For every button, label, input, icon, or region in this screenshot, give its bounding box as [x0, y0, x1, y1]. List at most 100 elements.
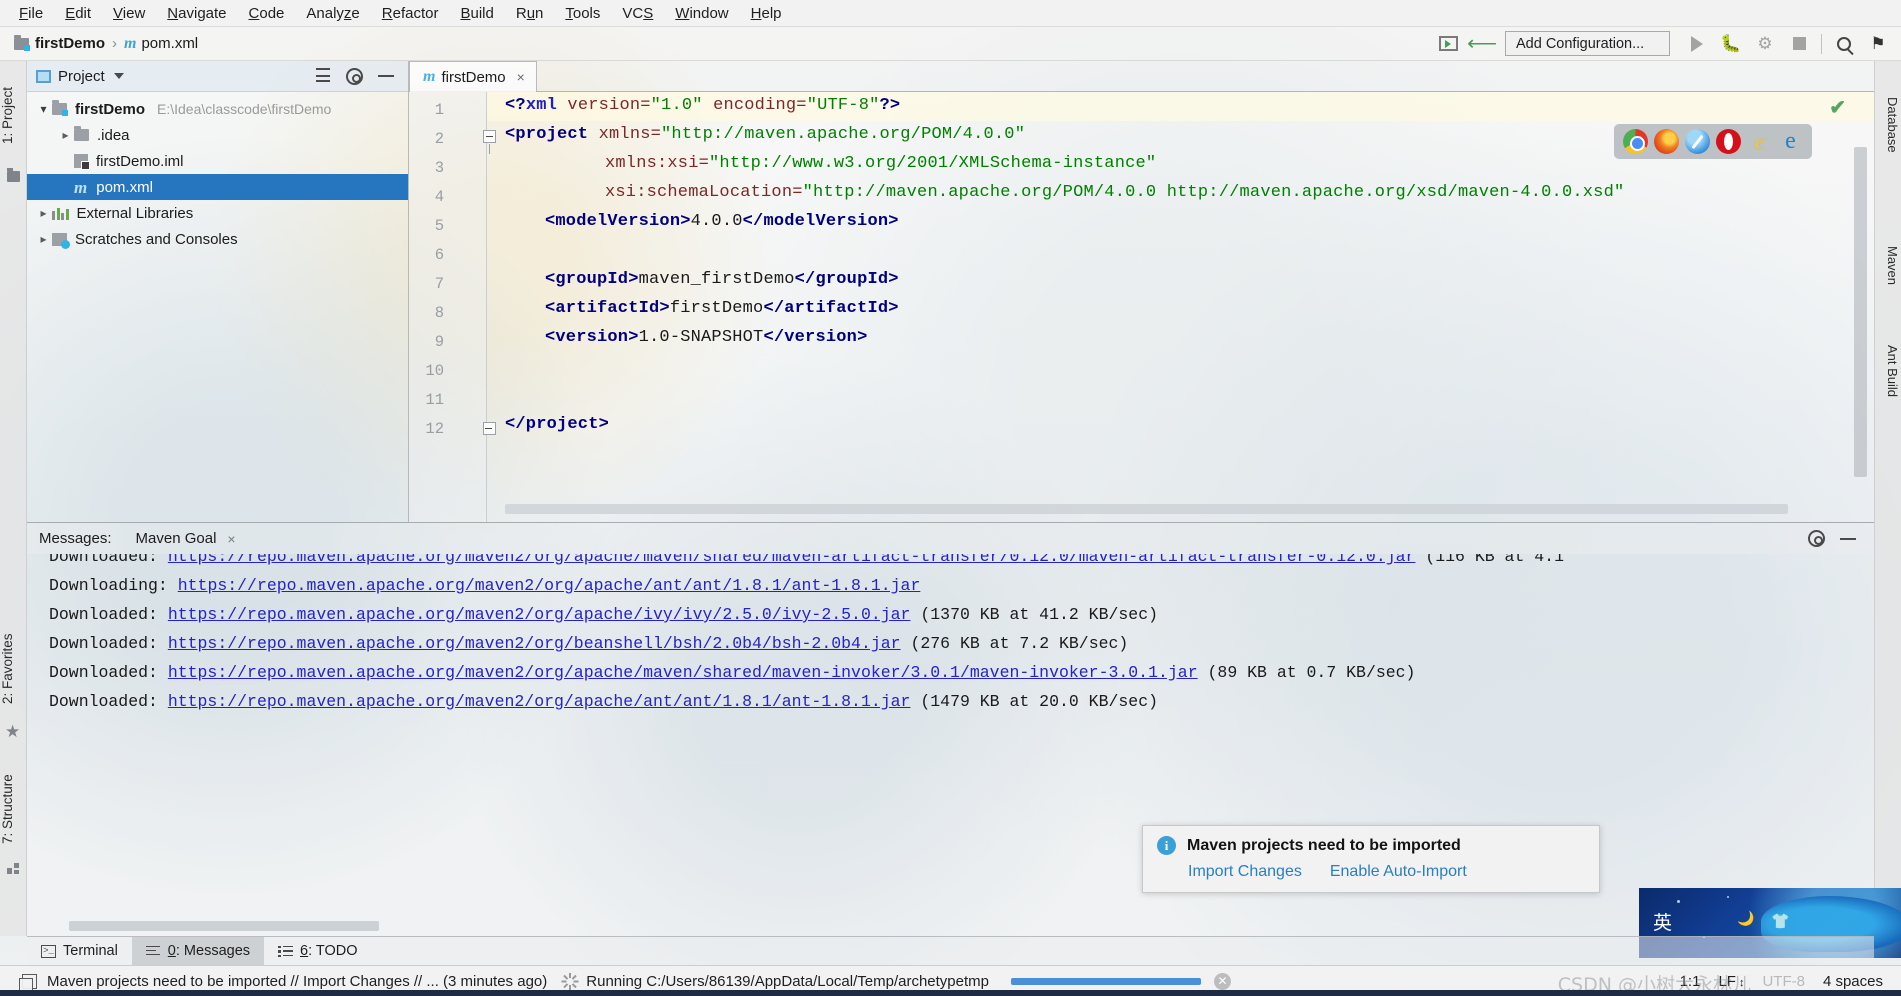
- close-icon[interactable]: ×: [517, 69, 525, 85]
- menu-item-refactor[interactable]: Refactor: [371, 3, 450, 24]
- info-icon: i: [1157, 836, 1176, 855]
- run-with-profiler-icon[interactable]: ⚙: [1748, 29, 1782, 59]
- message-speed: (1479 KB at 20.0 KB/sec): [920, 692, 1158, 711]
- folder-icon: [74, 126, 89, 141]
- menu-item-navigate[interactable]: Navigate: [156, 3, 237, 24]
- hide-panel-button[interactable]: [1832, 524, 1864, 554]
- editor-horizontal-scrollbar[interactable]: [505, 504, 1788, 514]
- chevron-down-icon[interactable]: ▾: [35, 102, 52, 116]
- event-log-icon[interactable]: [19, 973, 37, 992]
- line-separator[interactable]: LF ↕: [1718, 973, 1744, 990]
- message-link[interactable]: https://repo.maven.apache.org/maven2/org…: [168, 605, 911, 624]
- message-link[interactable]: https://repo.maven.apache.org/maven2/org…: [178, 576, 921, 595]
- edge-icon[interactable]: e: [1778, 129, 1803, 154]
- collapse-all-button[interactable]: [306, 61, 338, 91]
- file-encoding[interactable]: UTF-8: [1762, 973, 1805, 990]
- internet-explorer-icon[interactable]: e: [1747, 129, 1772, 154]
- code-token: </modelVersion>: [742, 212, 899, 231]
- chevron-down-icon[interactable]: [113, 73, 124, 79]
- hide-panel-button[interactable]: [370, 61, 402, 91]
- search-everywhere-icon[interactable]: [1827, 29, 1861, 59]
- menu-item-view[interactable]: View: [102, 3, 156, 24]
- caret-position[interactable]: 1:1: [1680, 973, 1701, 990]
- enable-auto-import-link[interactable]: Enable Auto-Import: [1330, 863, 1467, 881]
- tree-row-firstdemo[interactable]: ▾ firstDemo E:\Idea\classcode\firstDemo: [27, 96, 408, 122]
- indent-setting[interactable]: 4 spaces: [1823, 973, 1883, 990]
- bookmark-icon[interactable]: ⚑: [1861, 29, 1895, 59]
- sidebar-item-structure[interactable]: 7: Structure: [0, 761, 27, 857]
- menu-item-code[interactable]: Code: [238, 3, 296, 24]
- run-icon[interactable]: [1680, 29, 1714, 59]
- code-token: "http://www.w3.org/2001/XMLSchema-instan…: [709, 154, 1157, 173]
- editor-vertical-scrollbar[interactable]: [1854, 147, 1867, 477]
- import-changes-link[interactable]: Import Changes: [1188, 863, 1302, 881]
- line-number: 1: [434, 101, 444, 119]
- tree-row-external-libraries[interactable]: ▸ External Libraries: [27, 200, 408, 226]
- message-link[interactable]: https://repo.maven.apache.org/maven2/org…: [168, 692, 911, 711]
- tab-terminal[interactable]: >_ Terminal: [27, 937, 132, 966]
- sidebar-item-ant[interactable]: Ant Build: [1875, 323, 1900, 419]
- chevron-right-icon[interactable]: ▸: [35, 206, 52, 220]
- maven-file-icon: m: [74, 177, 88, 197]
- tab-todo[interactable]: 6: TODO: [264, 937, 372, 966]
- settings-gear-button[interactable]: [1800, 524, 1832, 554]
- fold-toggle-close-icon[interactable]: [483, 422, 496, 435]
- settings-gear-button[interactable]: [338, 61, 370, 91]
- menu-item-build[interactable]: Build: [449, 3, 504, 24]
- sidebar-item-favorites[interactable]: 2: Favorites: [0, 621, 27, 717]
- inspection-status-icon[interactable]: ✔: [1829, 95, 1846, 120]
- build-hammer-icon[interactable]: ⟶: [1465, 29, 1499, 59]
- message-speed: (1370 KB at 41.2 KB/sec): [920, 605, 1158, 624]
- menu-item-vcs[interactable]: VCS: [611, 3, 664, 24]
- breadcrumb-project[interactable]: firstDemo: [35, 35, 105, 52]
- tab-label: : Messages: [175, 943, 251, 959]
- tab-messages[interactable]: 0: Messages: [131, 936, 265, 966]
- menu-item-help[interactable]: Help: [740, 3, 793, 24]
- sidebar-item-database[interactable]: Database: [1875, 75, 1900, 175]
- sidebar-item-maven[interactable]: Maven: [1875, 231, 1900, 301]
- code-token: <groupId>: [545, 270, 639, 289]
- tree-row-idea[interactable]: ▸ .idea: [27, 122, 408, 148]
- fold-toggle-open-icon[interactable]: [483, 130, 496, 154]
- tree-label: External Libraries: [76, 204, 194, 222]
- tree-row-pom-xml[interactable]: m pom.xml: [27, 174, 408, 200]
- breadcrumb-separator: ›: [112, 35, 118, 52]
- add-configuration-button[interactable]: Add Configuration...: [1505, 31, 1670, 56]
- messages-horizontal-scrollbar[interactable]: [69, 921, 379, 931]
- chrome-icon[interactable]: [1623, 129, 1648, 154]
- message-link[interactable]: https://repo.maven.apache.org/maven2/org…: [168, 634, 901, 653]
- editor-tab-firstdemo[interactable]: m firstDemo ×: [409, 61, 537, 92]
- message-speed: (116 KB at 4.1: [1425, 554, 1564, 566]
- firefox-icon[interactable]: [1654, 129, 1679, 154]
- cancel-progress-button[interactable]: ✕: [1214, 972, 1231, 990]
- run-with-coverage-icon[interactable]: [1431, 29, 1465, 59]
- chevron-right-icon[interactable]: ▸: [35, 232, 52, 246]
- code-token: firstDemo: [669, 299, 764, 318]
- menu-item-tools[interactable]: Tools: [554, 3, 611, 24]
- menu-item-window[interactable]: Window: [664, 3, 739, 24]
- input-method-label: 英: [1653, 912, 1673, 934]
- stop-icon[interactable]: [1782, 29, 1816, 59]
- line-number: 5: [434, 217, 444, 235]
- opera-icon[interactable]: [1716, 129, 1741, 154]
- right-tool-strip: Database Maven Ant Build: [1874, 61, 1901, 936]
- sidebar-item-project[interactable]: 1: Project: [0, 69, 27, 161]
- menu-item-file[interactable]: File: [8, 3, 54, 24]
- tree-row-scratches[interactable]: ▸ Scratches and Consoles: [27, 226, 408, 252]
- chevron-right-icon[interactable]: ▸: [57, 128, 74, 142]
- menu-item-edit[interactable]: Edit: [54, 3, 102, 24]
- menu-item-analyze[interactable]: Analyze: [295, 3, 370, 24]
- message-prefix: Downloaded:: [49, 634, 158, 653]
- menu-item-run[interactable]: Run: [505, 3, 555, 24]
- messages-header-actions: [1800, 524, 1874, 554]
- tree-row-firstdemo-iml[interactable]: firstDemo.iml: [27, 148, 408, 174]
- breadcrumb-file[interactable]: pom.xml: [141, 35, 198, 52]
- close-icon[interactable]: ×: [227, 531, 235, 547]
- status-message[interactable]: Maven projects need to be imported // Im…: [47, 973, 547, 990]
- message-link[interactable]: https://repo.maven.apache.org/maven2/org…: [168, 554, 1416, 566]
- messages-tab-maven-goal[interactable]: Maven Goal ×: [136, 530, 236, 547]
- debug-icon[interactable]: 🐛: [1714, 29, 1748, 59]
- menu-bar: File Edit View Navigate Code Analyze Ref…: [0, 0, 1901, 27]
- safari-icon[interactable]: [1685, 129, 1710, 154]
- message-link[interactable]: https://repo.maven.apache.org/maven2/org…: [168, 663, 1198, 682]
